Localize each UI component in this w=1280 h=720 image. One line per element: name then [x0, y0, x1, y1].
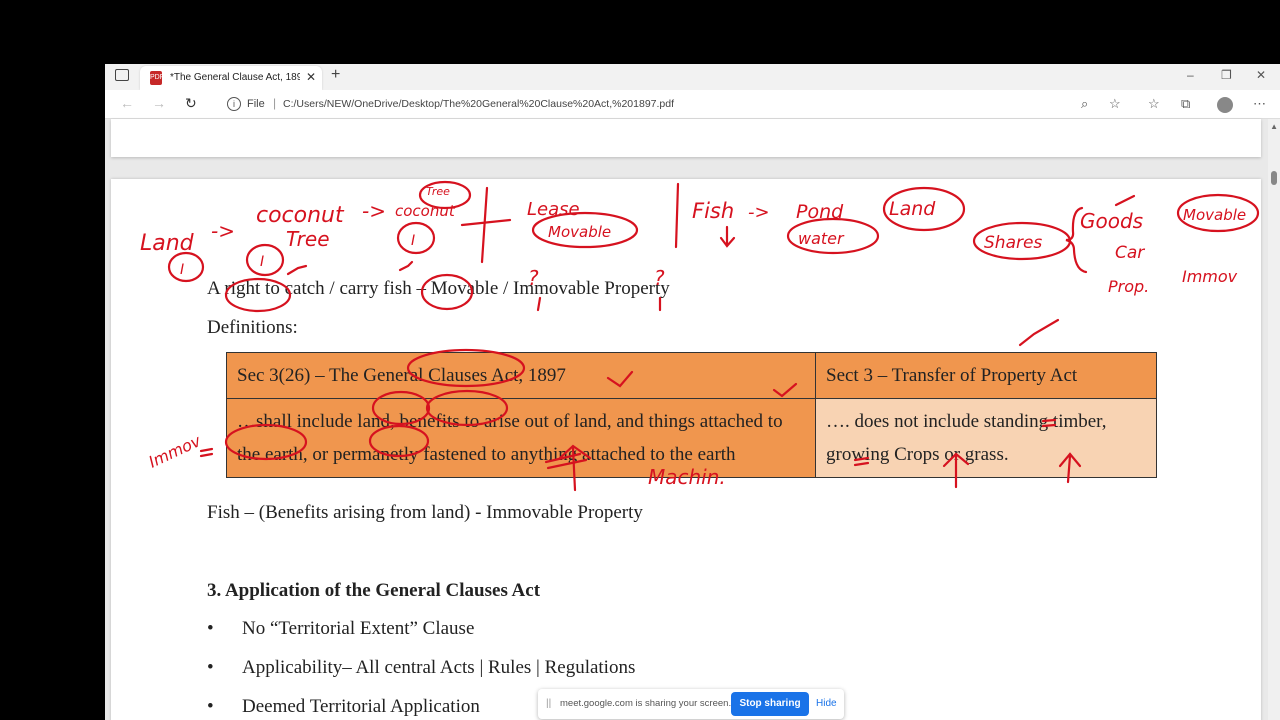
- screen-share-bar: || meet.google.com is sharing your scree…: [538, 689, 844, 719]
- section-heading: 3. Application of the General Clauses Ac…: [207, 580, 541, 601]
- scroll-thumb[interactable]: [1271, 171, 1277, 185]
- refresh-icon[interactable]: ↻: [185, 95, 197, 112]
- tab-close-icon[interactable]: ✕: [306, 70, 316, 84]
- info-icon[interactable]: i: [227, 97, 241, 111]
- pdf-viewer: A right to catch / carry fish – Movable …: [105, 119, 1280, 720]
- scroll-up-icon[interactable]: ▲: [1270, 122, 1278, 131]
- fish-line: Fish – (Benefits arising from land) - Im…: [207, 502, 643, 523]
- pdf-page: A right to catch / carry fish – Movable …: [111, 179, 1261, 720]
- table-header-tpa: Sect 3 – Transfer of Property Act: [815, 352, 1157, 399]
- file-label: File: [247, 98, 265, 110]
- tab-actions-icon[interactable]: [115, 69, 129, 81]
- fish-right-line: A right to catch / carry fish – Movable …: [207, 278, 670, 299]
- bullet-symbol: •: [207, 657, 214, 678]
- hide-button[interactable]: Hide: [816, 698, 837, 709]
- bullet-symbol: •: [207, 696, 214, 717]
- definitions-table: Sec 3(26) – The General Clauses Act, 189…: [226, 352, 1157, 478]
- pdf-icon: PDF: [150, 71, 164, 85]
- url-text[interactable]: C:/Users/NEW/OneDrive/Desktop/The%20Gene…: [283, 98, 674, 110]
- table-cell-gca: …shall include land, benefits to arise o…: [226, 398, 816, 478]
- collections-icon[interactable]: ⧉: [1181, 96, 1190, 112]
- more-icon[interactable]: ⋯: [1253, 96, 1266, 112]
- bullet-item: Deemed Territorial Application: [242, 696, 480, 717]
- browser-window: PDF *The General Clause Act, 1897.pdf ✕ …: [105, 64, 1280, 720]
- close-window-button[interactable]: ✕: [1256, 68, 1266, 82]
- scrollbar[interactable]: ▲: [1268, 119, 1280, 720]
- new-tab-button[interactable]: +: [331, 66, 340, 84]
- bullet-symbol: •: [207, 618, 214, 639]
- address-bar: ← → ↻ i File | C:/Users/NEW/OneDrive/Des…: [105, 90, 1280, 119]
- tab-bar: PDF *The General Clause Act, 1897.pdf ✕ …: [105, 64, 1280, 90]
- restore-button[interactable]: ❐: [1221, 68, 1232, 82]
- forward-icon[interactable]: →: [152, 95, 166, 111]
- favorite-add-icon[interactable]: ☆: [1109, 96, 1121, 112]
- url-separator: |: [273, 96, 277, 110]
- stop-sharing-button[interactable]: Stop sharing: [731, 692, 809, 716]
- favorites-icon[interactable]: ☆: [1148, 96, 1160, 112]
- bullet-item: No “Territorial Extent” Clause: [242, 618, 475, 639]
- table-header-gca: Sec 3(26) – The General Clauses Act, 189…: [226, 352, 816, 399]
- tab-title: *The General Clause Act, 1897.pdf: [170, 72, 300, 83]
- profile-avatar[interactable]: [1217, 97, 1233, 113]
- back-icon[interactable]: ←: [120, 95, 134, 111]
- bullet-item: Applicability– All central Acts | Rules …: [242, 657, 636, 678]
- previous-page: [111, 119, 1261, 157]
- tab-pdf[interactable]: PDF *The General Clause Act, 1897.pdf ✕: [140, 66, 322, 90]
- drag-handle-icon[interactable]: ||: [546, 698, 551, 709]
- minimize-button[interactable]: –: [1187, 68, 1194, 82]
- zoom-icon[interactable]: ⌕: [1081, 96, 1088, 112]
- share-status-text: meet.google.com is sharing your screen.: [560, 698, 732, 709]
- url-field[interactable]: i File | C:/Users/NEW/OneDrive/Desktop/T…: [215, 93, 1095, 115]
- table-cell-tpa: …. does not include standing timber, gro…: [815, 398, 1157, 478]
- definitions-label: Definitions:: [207, 317, 298, 338]
